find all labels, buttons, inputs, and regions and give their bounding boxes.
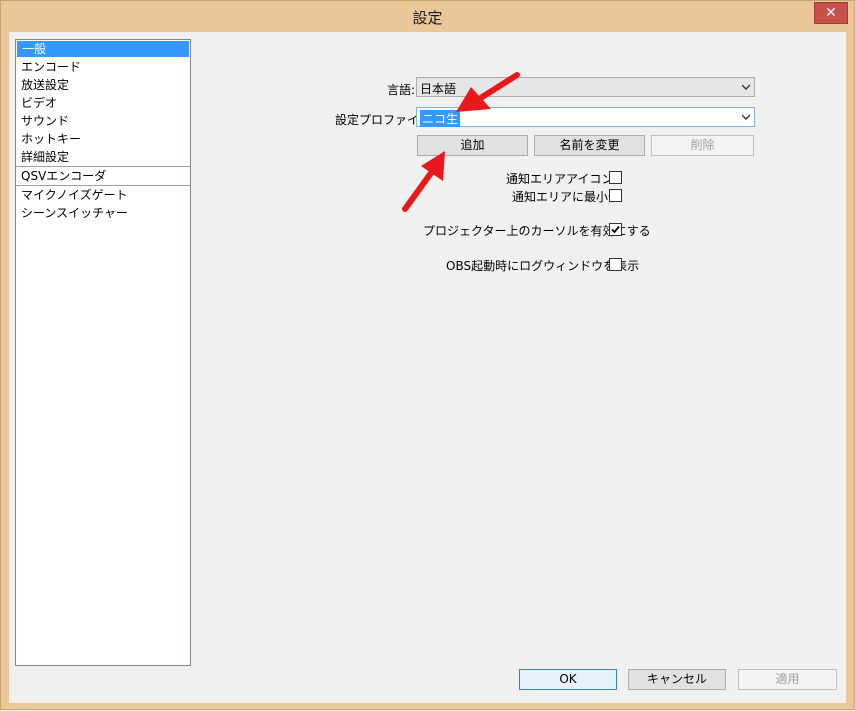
minimize-tray-label: 通知エリアに最小化 bbox=[512, 190, 621, 204]
apply-button[interactable]: 適用 bbox=[738, 669, 837, 690]
delete-profile-button[interactable]: 削除 bbox=[651, 135, 754, 156]
sidebar-item-hotkeys[interactable]: ホットキー bbox=[16, 130, 190, 148]
sidebar-item-sound[interactable]: サウンド bbox=[16, 112, 190, 130]
category-list[interactable]: 一般 エンコード 放送設定 ビデオ サウンド ホットキー 詳細設定 QSVエンコ… bbox=[15, 39, 191, 666]
notify-icon-label: 通知エリアアイコン bbox=[506, 172, 614, 186]
sidebar-item-encode[interactable]: エンコード bbox=[16, 58, 190, 76]
projector-cursor-checkbox[interactable] bbox=[609, 223, 622, 236]
title-bar[interactable]: 設定 ✕ bbox=[1, 1, 854, 31]
sidebar-item-broadcast[interactable]: 放送設定 bbox=[16, 76, 190, 94]
minimize-tray-checkbox[interactable] bbox=[609, 189, 622, 202]
show-log-checkbox[interactable] bbox=[609, 258, 622, 271]
profile-value[interactable]: ニコ生 bbox=[420, 110, 461, 127]
sidebar-item-qsv-encoder[interactable]: QSVエンコーダ bbox=[16, 166, 190, 185]
sidebar-item-scene-switcher[interactable]: シーンスイッチャー bbox=[16, 204, 190, 222]
sidebar-item-general[interactable]: 一般 bbox=[17, 41, 189, 57]
window-title: 設定 bbox=[412, 9, 443, 27]
chevron-down-icon bbox=[742, 84, 750, 90]
language-select[interactable]: 日本語 bbox=[416, 77, 755, 97]
notify-icon-checkbox[interactable] bbox=[609, 171, 622, 184]
language-value: 日本語 bbox=[420, 82, 457, 96]
settings-client-area: 一般 エンコード 放送設定 ビデオ サウンド ホットキー 詳細設定 QSVエンコ… bbox=[9, 32, 846, 703]
sidebar-item-video[interactable]: ビデオ bbox=[16, 94, 190, 112]
close-button[interactable]: ✕ bbox=[814, 2, 848, 24]
sidebar-item-advanced[interactable]: 詳細設定 bbox=[16, 148, 190, 166]
sidebar-item-mic-noise-gate[interactable]: マイクノイズゲート bbox=[16, 185, 190, 204]
cancel-button[interactable]: キャンセル bbox=[628, 669, 726, 690]
add-profile-button[interactable]: 追加 bbox=[417, 135, 528, 156]
rename-profile-button[interactable]: 名前を変更 bbox=[534, 135, 645, 156]
language-label: 言語: bbox=[387, 83, 416, 97]
checkmark-icon bbox=[611, 225, 620, 234]
settings-window: 設定 ✕ 一般 エンコード 放送設定 ビデオ サウンド ホットキー 詳細設定 Q… bbox=[0, 0, 855, 710]
profile-combo[interactable]: ニコ生 bbox=[416, 107, 755, 127]
close-icon: ✕ bbox=[825, 5, 837, 21]
chevron-down-icon bbox=[742, 114, 750, 120]
ok-button[interactable]: OK bbox=[519, 669, 617, 690]
